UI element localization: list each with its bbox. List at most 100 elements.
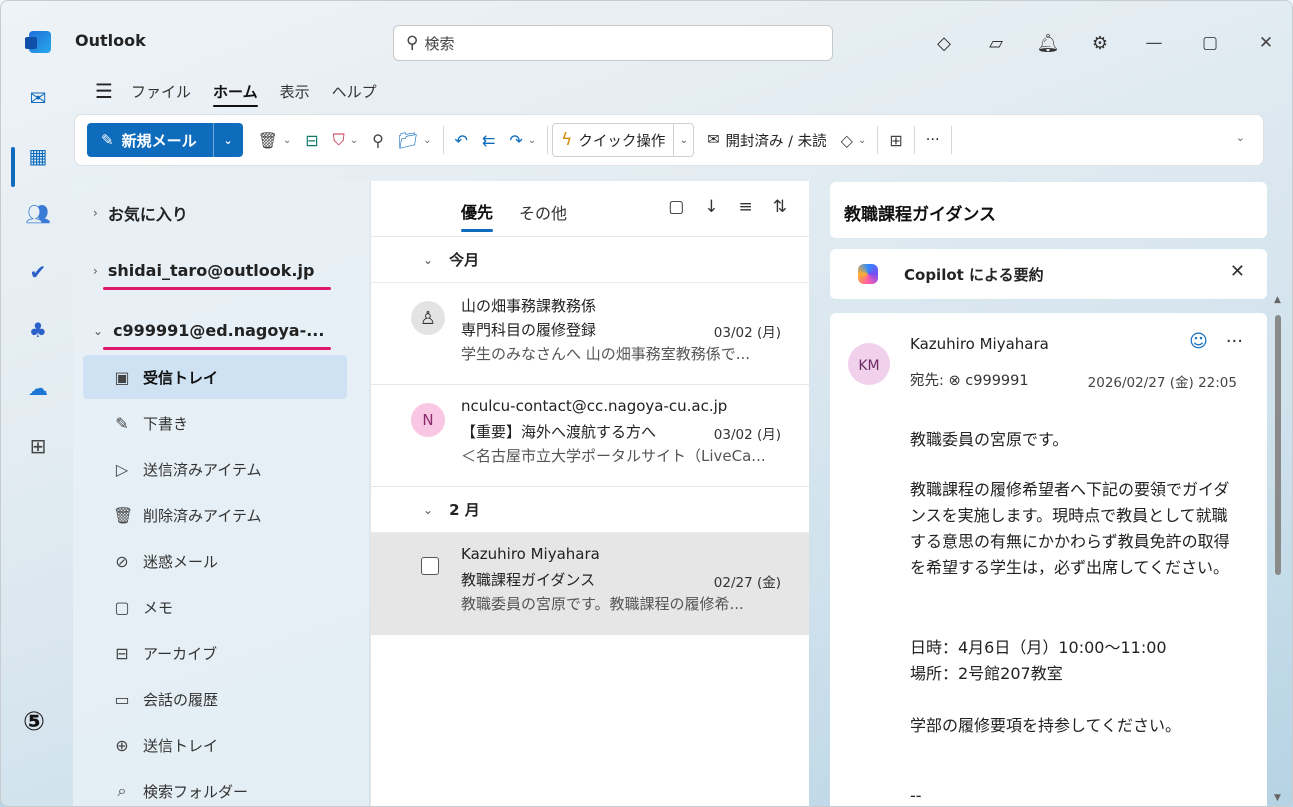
- account-header-2[interactable]: ⌄ c999991@ed.nagoya-...: [93, 321, 324, 340]
- new-mail-dropdown[interactable]: ⌄: [212, 123, 243, 157]
- menu-view[interactable]: 表示: [280, 81, 310, 102]
- mail-icon[interactable]: ✉: [23, 83, 53, 113]
- folder-label: 会話の履歴: [143, 690, 219, 709]
- ribbon-separator: [547, 126, 549, 154]
- sweep-button[interactable]: ⚲: [365, 131, 391, 150]
- tag-button[interactable]: ◇ ⌄: [834, 131, 874, 150]
- chevron-down-icon: ⌄: [423, 252, 434, 267]
- message-from[interactable]: Kazuhiro Miyahara: [910, 335, 1049, 353]
- message-preview: 教職委員の宮原です。教職課程の履修希...: [461, 595, 744, 613]
- message-item-selected[interactable]: Kazuhiro Miyahara 教職課程ガイダンス 02/27 (金) 教職…: [371, 533, 809, 635]
- menu-home[interactable]: ホーム: [213, 81, 258, 107]
- avatar: N: [411, 403, 445, 437]
- broom-icon: ⚲: [372, 130, 384, 150]
- search-placeholder: 検索: [424, 34, 455, 53]
- message-date: 03/02 (月): [713, 325, 781, 341]
- archive-button[interactable]: ⊟: [298, 131, 325, 150]
- group-label: 2 月: [449, 501, 480, 519]
- calendar-icon[interactable]: ▦: [23, 141, 53, 171]
- reply-button[interactable]: ↶: [448, 131, 475, 150]
- apps-button[interactable]: ⊞: [882, 131, 909, 150]
- reading-pane-subject: 教職課程ガイダンス: [830, 182, 1267, 238]
- new-mail-button[interactable]: ✎ 新規メール ⌄: [87, 123, 243, 157]
- folder-search-folders[interactable]: ⌕ 検索フォルダー: [83, 769, 347, 806]
- folder-inbox[interactable]: ▣ 受信トレイ: [83, 355, 347, 399]
- message-body-paragraph: 教職課程の履修希望者へ下記の要領でガイダンスを実施します。現時点で教員として就職…: [910, 480, 1230, 577]
- outlook-logo-icon: [25, 31, 51, 53]
- ribbon-separator: [950, 126, 952, 154]
- bell-icon[interactable]: 🔔︎: [1022, 25, 1074, 61]
- reading-pane-scrollbar[interactable]: [1275, 315, 1281, 575]
- folder-archive[interactable]: ⊟ アーカイブ: [83, 631, 347, 675]
- folder-notes[interactable]: ▢ メモ: [83, 585, 347, 629]
- reaction-icon[interactable]: ☺: [1189, 331, 1208, 352]
- apps-icon[interactable]: ⊞: [23, 431, 53, 461]
- message-item[interactable]: ♙ 山の畑事務課教務係 専門科目の履修登録 03/02 (月) 学生のみなさんへ…: [371, 283, 809, 385]
- folder-deleted[interactable]: 🗑︎ 削除済みアイテム: [83, 493, 347, 537]
- filter-icon[interactable]: ≡: [739, 197, 753, 217]
- copilot-summary-bar[interactable]: Copilot による要約 ✕: [830, 249, 1267, 299]
- message-item[interactable]: N nculcu-contact@cc.nagoya-cu.ac.jp 【重要】…: [371, 385, 809, 487]
- message-body-paragraph: 学部の履修要項を持参してください。: [910, 716, 1182, 735]
- menu-help[interactable]: ヘルプ: [332, 81, 377, 102]
- recipient[interactable]: c999991: [965, 373, 1028, 389]
- message-subject: 専門科目の履修登録: [461, 321, 597, 339]
- chevron-down-icon: ⌄: [282, 134, 292, 146]
- gear-icon[interactable]: ⚙: [1074, 25, 1126, 61]
- message-actions: ☺ ···: [1189, 331, 1243, 352]
- quick-steps-dropdown[interactable]: ⌄: [673, 124, 693, 156]
- onedrive-icon[interactable]: ☁: [23, 373, 53, 403]
- jump-icon[interactable]: ↓: [704, 197, 718, 217]
- reply-icon: ↶: [454, 130, 468, 150]
- annotation-number: ⑤: [23, 707, 46, 737]
- report-button[interactable]: ⛉ ⌄: [326, 130, 365, 150]
- folder-conversation-history[interactable]: ▭ 会話の履歴: [83, 677, 347, 721]
- people-icon[interactable]: 👥︎: [23, 199, 53, 229]
- search-box[interactable]: ⚲ 検索: [393, 25, 833, 61]
- close-button[interactable]: ✕: [1238, 25, 1292, 61]
- chevron-right-icon: ›: [93, 263, 98, 278]
- sort-icon[interactable]: ⇅: [773, 197, 787, 217]
- favorites-header[interactable]: › お気に入り: [93, 201, 188, 225]
- message-list-tools: ▢ ↓ ≡ ⇅: [668, 197, 787, 217]
- notes-icon[interactable]: ▱: [970, 25, 1022, 61]
- tab-focused[interactable]: 優先: [461, 199, 494, 232]
- premium-icon[interactable]: ◇: [918, 25, 970, 61]
- ribbon-expand-icon[interactable]: ⌄: [1236, 131, 1245, 144]
- message-sender: Kazuhiro Miyahara: [461, 545, 600, 563]
- hamburger-icon[interactable]: ☰: [95, 79, 131, 103]
- tab-other[interactable]: その他: [519, 200, 567, 224]
- mark-read-button[interactable]: ✉ 開封済み / 未読: [700, 130, 833, 151]
- quick-steps-button[interactable]: ϟ クイック操作 ⌄: [552, 123, 695, 157]
- reply-all-icon: ⇇: [481, 130, 496, 150]
- scroll-down-arrow[interactable]: ▼: [1274, 793, 1281, 803]
- group-header-february[interactable]: ⌄ 2 月: [371, 487, 809, 533]
- close-icon[interactable]: ✕: [1230, 261, 1245, 282]
- more-button[interactable]: ···: [919, 132, 947, 148]
- message-body-paragraph: 日時：4月6日（月）10:00～11:00: [910, 638, 1167, 657]
- folder-junk[interactable]: ⊘ 迷惑メール: [83, 539, 347, 583]
- maximize-button[interactable]: ▢: [1182, 25, 1238, 61]
- select-mode-icon[interactable]: ▢: [668, 197, 684, 217]
- todo-icon[interactable]: ✔: [23, 257, 53, 287]
- message-checkbox[interactable]: [421, 557, 439, 575]
- folder-drafts[interactable]: ✎ 下書き: [83, 401, 347, 445]
- menu-file[interactable]: ファイル: [131, 81, 191, 102]
- reply-all-button[interactable]: ⇇: [475, 131, 502, 150]
- outlook-window: Outlook ⚲ 検索 ◇ ▱ 🔔︎ ⚙ — ▢ ✕ ✉ ▦ 👥︎ ✔ ♣ ☁…: [0, 0, 1293, 807]
- account-header-1[interactable]: › shidai_taro@outlook.jp: [93, 261, 314, 280]
- folder-sent[interactable]: ▷ 送信済みアイテム: [83, 447, 347, 491]
- more-icon[interactable]: ···: [1226, 331, 1243, 352]
- minimize-button[interactable]: —: [1126, 25, 1182, 61]
- folder-outbox[interactable]: ⊕ 送信トレイ: [83, 723, 347, 767]
- message-preview: ＜名古屋市立大学ポータルサイト（LiveCa...: [461, 447, 766, 465]
- org-icon[interactable]: ♣: [23, 315, 53, 345]
- delete-button[interactable]: 🗑︎ ⌄: [251, 131, 299, 150]
- account-label: shidai_taro@outlook.jp: [107, 261, 315, 280]
- move-button[interactable]: 📁︎ ⌄: [391, 131, 439, 150]
- group-header-this-month[interactable]: ⌄ 今月: [371, 237, 809, 283]
- forward-button[interactable]: ↷ ⌄: [502, 131, 543, 150]
- annotation-underline: [103, 347, 331, 350]
- compose-icon: ✎: [101, 131, 114, 149]
- scroll-up-arrow[interactable]: ▲: [1274, 295, 1281, 305]
